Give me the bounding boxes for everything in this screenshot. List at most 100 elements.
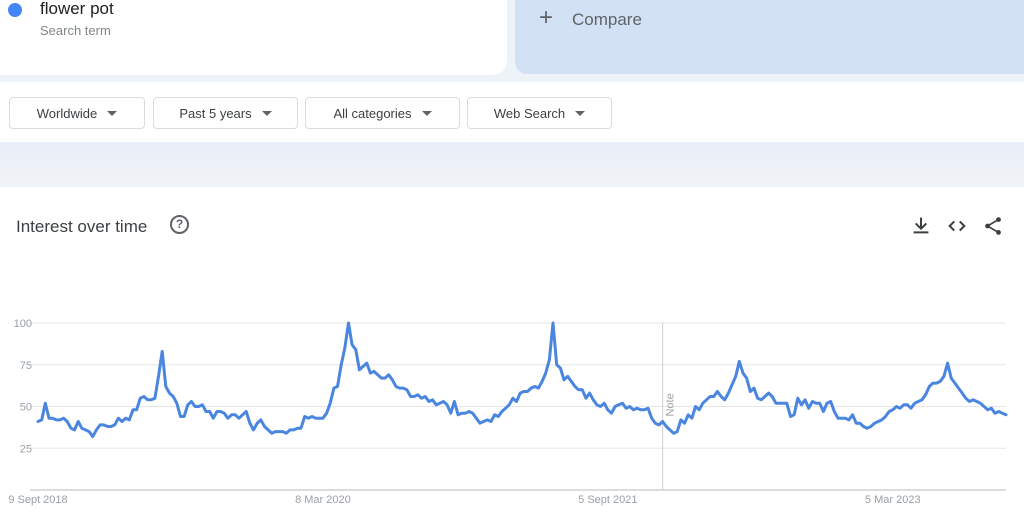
data-point (146, 398, 149, 401)
data-point (541, 380, 544, 383)
data-point (153, 397, 156, 400)
data-point (274, 430, 277, 433)
x-tick-label: 9 Sept 2018 (8, 494, 67, 506)
data-point (351, 343, 354, 346)
data-point (559, 367, 562, 370)
data-point (1001, 412, 1004, 415)
data-point (88, 430, 91, 433)
caret-down-icon (107, 110, 118, 116)
data-point (818, 402, 821, 405)
filter-search-type-dropdown[interactable]: Web Search (467, 97, 612, 129)
data-point (468, 410, 471, 413)
data-point (800, 403, 803, 406)
data-point (895, 405, 898, 408)
data-point (614, 405, 617, 408)
data-point (815, 402, 818, 405)
data-point (62, 417, 65, 420)
data-point (953, 382, 956, 385)
data-point (37, 420, 40, 423)
question-circle-icon[interactable]: ? (170, 215, 189, 234)
data-point (252, 428, 255, 431)
data-point (793, 413, 796, 416)
data-point (924, 393, 927, 396)
data-point (1005, 413, 1008, 416)
data-point (234, 413, 237, 416)
data-point (668, 428, 671, 431)
data-point (884, 415, 887, 418)
data-point (537, 387, 540, 390)
share-icon[interactable] (982, 215, 1004, 237)
data-point (259, 418, 262, 421)
filter-region-dropdown[interactable]: Worldwide (9, 97, 145, 129)
data-point (197, 405, 200, 408)
data-point (997, 410, 1000, 413)
data-point (584, 397, 587, 400)
data-point (665, 425, 668, 428)
data-point (135, 408, 138, 411)
compare-button[interactable]: + Compare (515, 0, 1024, 74)
data-point (453, 400, 456, 403)
embed-code-icon[interactable] (946, 215, 968, 237)
data-point (515, 400, 518, 403)
search-term-card[interactable]: flower pot Search term (0, 0, 507, 75)
filter-category-label: All categories (333, 105, 412, 121)
data-point (658, 423, 661, 426)
filter-category-dropdown[interactable]: All categories (305, 97, 460, 129)
filters-bar: Worldwide Past 5 years All categories We… (0, 82, 1024, 142)
data-point (588, 392, 591, 395)
data-point (427, 400, 430, 403)
data-point (679, 418, 682, 421)
data-point (121, 420, 124, 423)
data-point (610, 412, 613, 415)
data-point (289, 428, 292, 431)
data-point (975, 400, 978, 403)
data-point (110, 425, 113, 428)
data-point (628, 405, 631, 408)
data-point (504, 407, 507, 410)
data-point (763, 395, 766, 398)
data-point (807, 407, 810, 410)
data-point (124, 417, 127, 420)
data-point (563, 378, 566, 381)
data-point (482, 420, 485, 423)
interest-over-time-card: 25 50 75 100 9 Sept 2018 8 Mar 2020 5 Sept 202… (0, 187, 1024, 514)
data-point (917, 400, 920, 403)
data-point (526, 390, 529, 393)
download-icon[interactable] (910, 215, 932, 237)
data-point (880, 418, 883, 421)
data-point (40, 418, 43, 421)
data-point (902, 403, 905, 406)
data-point (910, 407, 913, 410)
data-point (837, 417, 840, 420)
data-point (935, 382, 938, 385)
data-point (566, 375, 569, 378)
filter-search-type-label: Web Search (493, 105, 566, 121)
data-point (285, 432, 288, 435)
data-point (471, 412, 474, 415)
data-point (223, 412, 226, 415)
x-tick-label: 5 Mar 2023 (865, 494, 921, 506)
data-point (117, 417, 120, 420)
data-point (753, 387, 756, 390)
search-term-name[interactable]: flower pot (40, 0, 114, 19)
data-point (899, 407, 902, 410)
data-point (639, 408, 642, 411)
data-point (994, 412, 997, 415)
filter-time-dropdown[interactable]: Past 5 years (153, 97, 298, 129)
data-point (475, 417, 478, 420)
data-point (921, 398, 924, 401)
data-point (405, 388, 408, 391)
interest-over-time-chart: 25 50 75 100 9 Sept 2018 8 Mar 2020 5 Sept 202… (8, 318, 1008, 506)
data-point (373, 370, 376, 373)
data-point (811, 400, 814, 403)
data-point (574, 385, 577, 388)
x-tick-label: 8 Mar 2020 (295, 494, 351, 506)
data-point (358, 368, 361, 371)
data-point (701, 402, 704, 405)
data-point (391, 378, 394, 381)
data-point (263, 425, 266, 428)
data-point (727, 392, 730, 395)
data-point (734, 375, 737, 378)
data-point (650, 417, 653, 420)
data-point (157, 375, 160, 378)
